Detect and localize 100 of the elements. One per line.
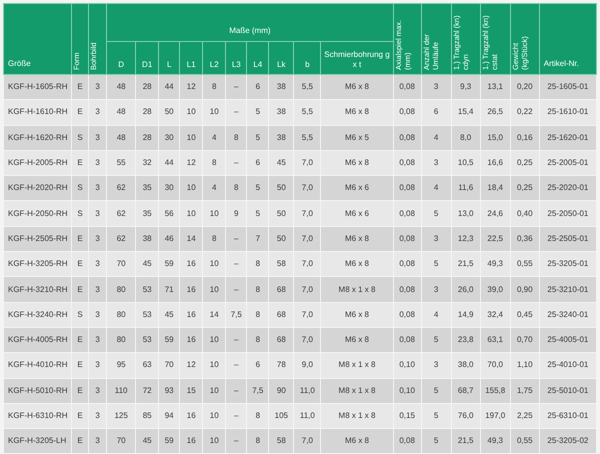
- table-cell: 11,0: [294, 378, 321, 404]
- table-cell: 3: [88, 276, 107, 302]
- table-cell: 5: [421, 378, 452, 404]
- table-cell: –: [226, 378, 247, 404]
- column-header: b: [294, 42, 321, 74]
- table-cell: 10: [202, 378, 226, 404]
- table-cell: 0,08: [393, 125, 422, 150]
- table-cell: 3: [421, 276, 452, 302]
- table-cell: 3: [88, 125, 107, 150]
- table-cell: 5: [421, 428, 452, 454]
- table-cell: 7,0: [294, 276, 321, 302]
- table-cell: 8: [226, 125, 247, 150]
- table-cell: 49,3: [480, 428, 510, 454]
- table-cell: 4: [421, 302, 452, 328]
- table-cell: 9,0: [294, 352, 321, 378]
- table-cell: E: [72, 378, 89, 404]
- table-cell: 15,0: [480, 125, 510, 150]
- column-header: Lk: [268, 42, 294, 74]
- table-cell: 7,5: [246, 378, 269, 404]
- table-cell: 1,75: [510, 378, 540, 404]
- table-cell: 0,22: [510, 100, 540, 126]
- column-header: L3: [226, 42, 247, 74]
- table-cell: 8: [246, 428, 269, 454]
- table-cell: 10: [202, 100, 226, 126]
- table-cell: S: [72, 125, 89, 150]
- table-cell: 10: [202, 200, 226, 226]
- table-cell: 5: [246, 200, 269, 226]
- table-cell: 0,08: [393, 100, 422, 126]
- table-cell: 0,08: [393, 302, 422, 328]
- table-cell: 6: [246, 352, 269, 378]
- table-cell: 15,4: [451, 100, 480, 126]
- table-cell: 5,5: [294, 125, 321, 150]
- table-cell: 0,10: [393, 352, 422, 378]
- table-cell: 56: [158, 200, 180, 226]
- table-cell: 14: [202, 302, 226, 328]
- table-cell: –: [226, 100, 247, 126]
- table-cell: 70: [106, 428, 136, 454]
- table-cell: 7,0: [294, 302, 321, 328]
- table-cell: M6 x 8: [320, 428, 394, 454]
- table-cell: 4: [421, 125, 452, 150]
- column-header: D: [106, 42, 136, 74]
- table-cell: 8: [246, 276, 269, 302]
- table-cell: 14,9: [451, 302, 480, 328]
- table-cell: 25-4010-01: [539, 352, 596, 378]
- table-cell: 10: [202, 352, 226, 378]
- table-cell: 3: [88, 352, 107, 378]
- table-cell: 4: [202, 125, 226, 150]
- table-cell: 10: [180, 200, 203, 226]
- table-cell: M6 x 8: [320, 302, 394, 328]
- table-cell: 3: [421, 352, 452, 378]
- table-cell: 0,08: [393, 276, 422, 302]
- table-cell: E: [72, 428, 89, 454]
- table-cell: M8 x 1 x 8: [320, 276, 394, 302]
- table-cell: 8: [246, 302, 269, 328]
- table-cell: 45: [158, 302, 180, 328]
- table-cell: M8 x 1 x 8: [320, 378, 394, 404]
- table-cell: 53: [136, 276, 159, 302]
- table-cell: 62: [106, 200, 136, 226]
- table-cell: 16: [180, 428, 203, 454]
- table-cell: 3: [88, 378, 107, 404]
- table-cell: 0,08: [393, 200, 422, 226]
- table-cell: 39,0: [480, 276, 510, 302]
- table-cell: 0,45: [510, 302, 540, 328]
- table-cell: 28: [136, 125, 159, 150]
- table-cell: 1,10: [510, 352, 540, 378]
- table-cell: 25-5010-01: [539, 378, 596, 404]
- table-cell: 26,5: [480, 100, 510, 126]
- table-cell: 7,0: [294, 428, 321, 454]
- table-cell: 26,0: [451, 276, 480, 302]
- table-cell: 0,16: [510, 125, 540, 150]
- table-cell: KGF-H-1610-RH: [4, 100, 72, 126]
- table-cell: 12: [180, 352, 203, 378]
- table-cell: 90: [268, 378, 294, 404]
- table-cell: 25-3205-02: [539, 428, 596, 454]
- table-cell: 10: [202, 428, 226, 454]
- table-cell: 5,5: [294, 100, 321, 126]
- table-cell: 6: [421, 100, 452, 126]
- table-cell: KGF-H-1620-RH: [4, 125, 72, 150]
- table-cell: 38,0: [451, 352, 480, 378]
- group-header: Maße (mm): [106, 4, 394, 42]
- table-cell: 24,6: [480, 200, 510, 226]
- table-cell: 68,7: [451, 378, 480, 404]
- table-cell: 110: [106, 378, 136, 404]
- column-header: Artikel-Nr.: [539, 4, 596, 74]
- table-cell: 80: [106, 276, 136, 302]
- column-header: Schmierbohrung g x t: [320, 42, 394, 74]
- table-cell: 8,0: [451, 125, 480, 150]
- table-cell: 70,0: [480, 352, 510, 378]
- table-cell: 32,4: [480, 302, 510, 328]
- table-cell: M6 x 8: [320, 100, 394, 126]
- table-cell: 3: [88, 100, 107, 126]
- table-cell: 78: [268, 352, 294, 378]
- table-cell: KGF-H-3240-RH: [4, 302, 72, 328]
- table-cell: KGF-H-5010-RH: [4, 378, 72, 404]
- table-cell: 16: [180, 302, 203, 328]
- table-cell: 0,08: [393, 428, 422, 454]
- table-cell: 25-3210-01: [539, 276, 596, 302]
- table-cell: KGF-H-3210-RH: [4, 276, 72, 302]
- table-cell: E: [72, 276, 89, 302]
- table-cell: –: [226, 276, 247, 302]
